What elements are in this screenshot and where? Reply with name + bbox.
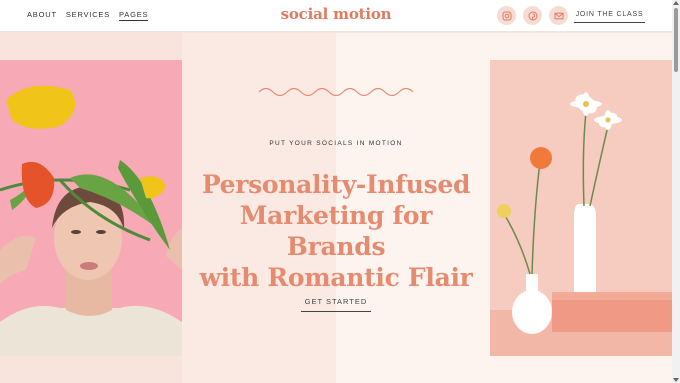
headline-line: Personality-Infused xyxy=(201,170,471,199)
headline-line: Marketing for Brands xyxy=(239,201,433,261)
site-logo[interactable]: social motion xyxy=(0,5,672,23)
scrollbar-thumb[interactable] xyxy=(674,8,678,72)
header: ABOUT SERVICES PAGES social motion JOIN … xyxy=(0,0,672,32)
pinterest-icon[interactable] xyxy=(523,6,542,25)
decorative-wave xyxy=(258,87,414,97)
page-scrollbar[interactable] xyxy=(672,0,680,383)
hero-section: PUT YOUR SOCIALS IN MOTION Personality-I… xyxy=(0,33,672,383)
headline-line: with Romantic Flair xyxy=(199,263,473,292)
scroll-down-arrow-icon[interactable] xyxy=(673,378,679,382)
scroll-up-arrow-icon[interactable] xyxy=(673,1,679,5)
hero-eyebrow: PUT YOUR SOCIALS IN MOTION xyxy=(269,140,403,147)
email-icon[interactable] xyxy=(549,6,568,25)
hero-photo-vases-flowers xyxy=(490,60,672,356)
get-started-button[interactable]: GET STARTED xyxy=(301,296,371,312)
instagram-icon[interactable] xyxy=(497,6,516,25)
hero-headline: Personality-Infused Marketing for Brands… xyxy=(190,169,482,293)
hero-photo-woman-tulips xyxy=(0,60,182,356)
social-icons xyxy=(497,6,568,25)
join-the-class-button[interactable]: JOIN THE CLASS xyxy=(574,7,645,23)
